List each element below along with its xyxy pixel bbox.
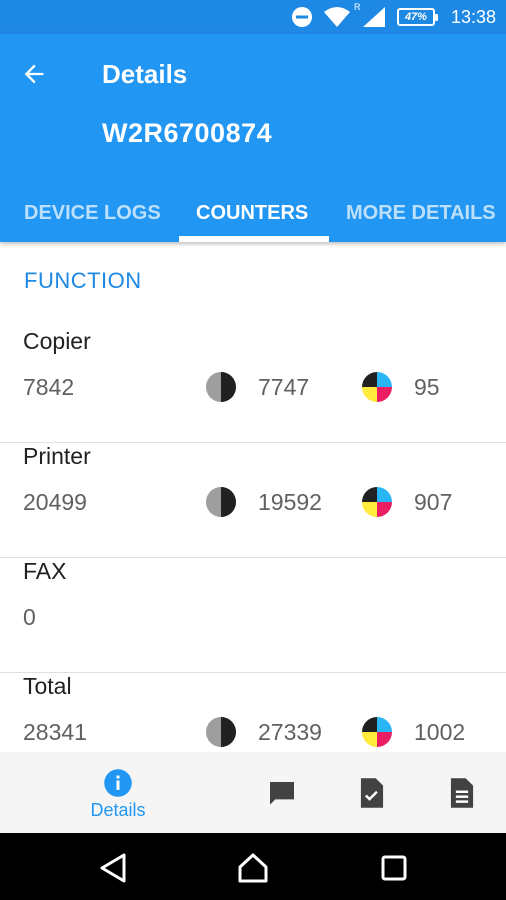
mono-toner-icon xyxy=(206,372,236,402)
app-bar: Details W2R6700874 DEVICE LOGS COUNTERS … xyxy=(0,34,506,242)
total-count: 7842 xyxy=(23,374,75,400)
bottom-navigation: Details xyxy=(0,752,506,833)
total-count: 0 xyxy=(23,604,36,630)
counter-row-fax: FAX 0 xyxy=(0,558,506,673)
nav-details-label: Details xyxy=(90,800,146,820)
recents-icon[interactable] xyxy=(377,851,411,885)
mono-toner-icon xyxy=(206,717,236,747)
color-count: 1002 xyxy=(414,719,466,745)
total-count: 20499 xyxy=(23,489,87,515)
battery-level: 47% xyxy=(404,11,427,23)
color-toner-icon xyxy=(362,372,392,402)
counter-row-printer: Printer 20499 19592 907 xyxy=(0,443,506,558)
mono-toner-icon xyxy=(206,487,236,517)
color-count: 907 xyxy=(414,489,453,515)
mono-count: 7747 xyxy=(258,374,310,400)
wifi-icon xyxy=(323,7,350,27)
nav-document-check[interactable] xyxy=(354,752,390,833)
counters-content: FUNCTION Copier 7842 7747 95 Printer 204… xyxy=(0,242,506,752)
tab-device-logs[interactable]: DEVICE LOGS xyxy=(24,184,161,242)
nav-messages[interactable] xyxy=(262,752,302,833)
row-label: Copier xyxy=(23,328,91,354)
nav-details[interactable]: Details xyxy=(78,752,158,833)
back-icon[interactable] xyxy=(96,851,130,885)
do-not-disturb-icon xyxy=(291,7,312,27)
system-navigation-bar xyxy=(0,833,506,900)
nav-document-list[interactable] xyxy=(444,752,480,833)
tab-counters[interactable]: COUNTERS xyxy=(196,184,308,242)
row-label: FAX xyxy=(23,558,67,584)
status-bar: R 47% 13:38 xyxy=(0,0,506,34)
battery-icon: 47% xyxy=(396,8,438,26)
status-icons: R 47% 13:38 xyxy=(291,2,496,29)
roaming-indicator: R xyxy=(353,2,361,12)
tab-more-details[interactable]: MORE DETAILS xyxy=(346,184,496,242)
back-button[interactable] xyxy=(20,58,60,90)
document-list-icon xyxy=(450,778,474,808)
color-toner-icon xyxy=(362,487,392,517)
mono-count: 27339 xyxy=(258,719,322,745)
tab-indicator xyxy=(179,236,329,242)
counter-row-total: Total 28341 27339 1002 xyxy=(0,673,506,752)
status-time: 13:38 xyxy=(450,6,496,27)
page-title: Details xyxy=(102,59,188,89)
section-header: FUNCTION xyxy=(24,268,142,293)
color-toner-icon xyxy=(362,717,392,747)
tab-bar: DEVICE LOGS COUNTERS MORE DETAILS xyxy=(0,184,506,242)
arrow-back-icon xyxy=(24,64,44,84)
counter-row-copier: Copier 7842 7747 95 xyxy=(0,328,506,443)
row-label: Printer xyxy=(23,443,91,469)
total-count: 28341 xyxy=(23,719,87,745)
mono-count: 19592 xyxy=(258,489,322,515)
document-check-icon xyxy=(360,778,384,808)
row-label: Total xyxy=(23,673,72,699)
color-count: 95 xyxy=(414,374,440,400)
device-serial: W2R6700874 xyxy=(102,118,273,148)
info-icon xyxy=(104,769,132,797)
message-icon xyxy=(270,782,294,805)
signal-icon: R xyxy=(354,2,387,28)
home-icon[interactable] xyxy=(236,851,270,885)
